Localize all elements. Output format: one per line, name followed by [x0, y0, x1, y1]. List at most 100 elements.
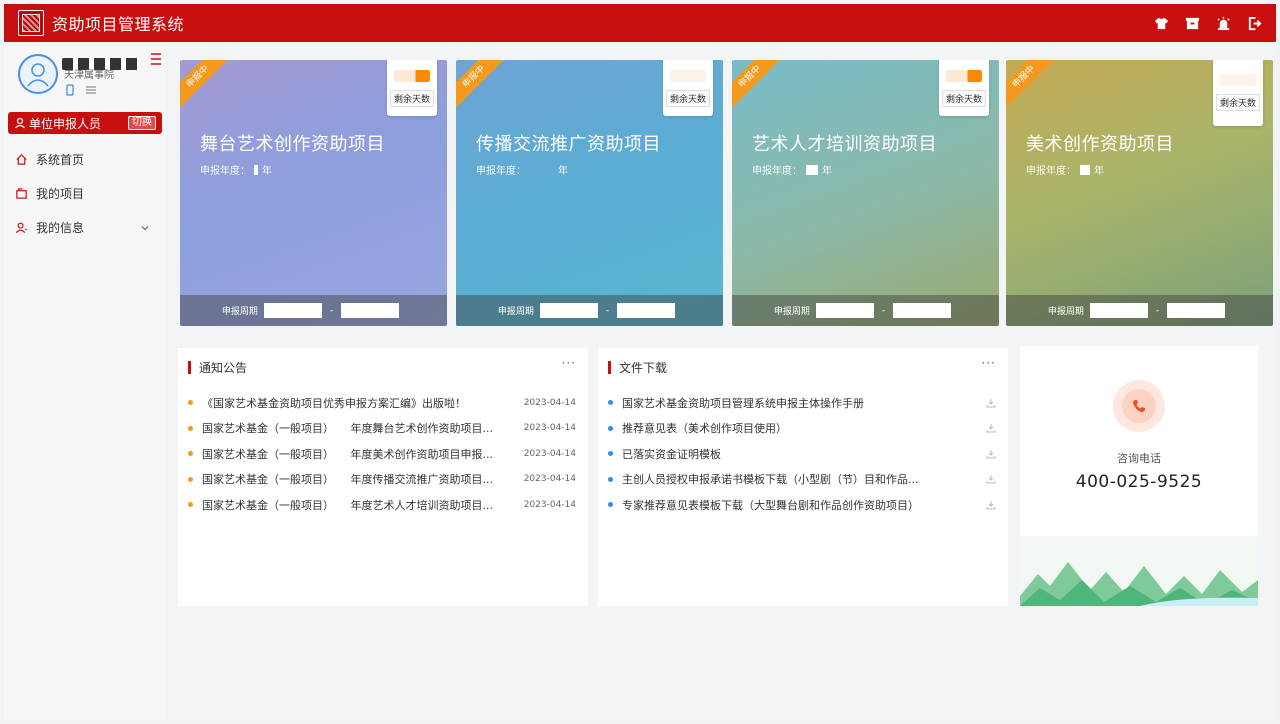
year-suffix: 年: [558, 166, 568, 177]
app-title: 资助项目管理系统: [52, 15, 185, 34]
sidebar-item-home[interactable]: 系统首页: [4, 142, 166, 176]
period-label: 申报周期: [773, 307, 810, 317]
user-org: 天津属事院: [64, 70, 114, 81]
download-more-button[interactable]: ···: [982, 356, 996, 370]
notice-item[interactable]: 《国家艺术基金资助项目优秀申报方案汇编》出版啦！ 2023-04-14: [178, 390, 588, 416]
role-bar: 单位申报人员 切换: [8, 112, 162, 134]
download-item[interactable]: 专家推荐意见表模板下载（大型舞台剧和作品创作资助项目）: [598, 492, 1008, 518]
remaining-days-label: 剩余天数: [941, 90, 986, 107]
download-item[interactable]: 国家艺术基金资助项目管理系统申报主体操作手册: [598, 390, 1008, 416]
period-end-redacted: [893, 303, 952, 318]
period-start-redacted: [815, 303, 874, 318]
year-redacted: [254, 164, 258, 175]
year-redacted: [1080, 164, 1090, 175]
remaining-days-box: 剩余天数: [939, 60, 989, 116]
download-title: 文件下载: [619, 360, 668, 375]
card-footer: 申报周期 -: [180, 295, 447, 326]
phone-icon[interactable]: [64, 84, 76, 96]
download-icon[interactable]: [986, 474, 996, 484]
main-content: 申报中 剩余天数 舞台艺术创作资助项目 申报年度： 年 申报周期 - 申报中 剩…: [170, 46, 1276, 720]
download-icon[interactable]: [986, 423, 996, 433]
remaining-days-bar: [670, 70, 706, 82]
card-footer: 申报周期 -: [1006, 295, 1273, 326]
role-label: 单位申报人员: [29, 116, 102, 131]
download-icon[interactable]: [986, 449, 996, 459]
download-list: 国家艺术基金资助项目管理系统申报主体操作手册 推荐意见表（美术创作项目使用） 已…: [598, 390, 1008, 518]
status-ribbon: 申报中: [732, 60, 785, 112]
project-card-fine-art[interactable]: 申报中 剩余天数 美术创作资助项目 申报年度： 年 申报周期 -: [1006, 60, 1273, 326]
sidebar-item-my-projects[interactable]: 我的项目: [4, 176, 166, 210]
notice-item[interactable]: 国家艺术基金（一般项目） 年度艺术人才培训资助项目... 2023-04-14: [178, 492, 588, 518]
remaining-days-label: 剩余天数: [1215, 94, 1260, 111]
year-label: 申报年度：: [752, 166, 802, 177]
card-title: 舞台艺术创作资助项目: [200, 134, 385, 155]
year-label: 申报年度：: [200, 166, 250, 177]
download-icon[interactable]: [986, 398, 996, 408]
app-logo: [18, 10, 44, 36]
card-footer: 申报周期 -: [732, 295, 999, 326]
avatar[interactable]: [18, 54, 58, 94]
user-icon: [14, 220, 28, 234]
download-item[interactable]: 主创人员授权申报承诺书模板下载（小型剧（节）目和作品...: [598, 467, 1008, 493]
year-redacted: [806, 164, 818, 175]
notice-title: 通知公告: [199, 360, 248, 375]
sidebar-item-label: 我的信息: [36, 220, 85, 235]
notice-item[interactable]: 国家艺术基金（一般项目） 年度传播交流推广资助项目... 2023-04-14: [178, 467, 588, 493]
folder-icon: [14, 186, 28, 200]
remaining-days-label: 剩余天数: [389, 90, 434, 107]
card-title: 艺术人才培训资助项目: [752, 134, 937, 155]
mountains-illustration: [1020, 536, 1258, 606]
period-label: 申报周期: [221, 307, 258, 317]
remaining-days-box: 剩余天数: [387, 60, 437, 116]
remaining-days-bar: [1220, 74, 1256, 86]
sidebar-item-my-info[interactable]: 我的信息: [4, 210, 166, 244]
notice-item[interactable]: 国家艺术基金（一般项目） 年度美术创作资助项目申报... 2023-04-14: [178, 441, 588, 467]
sidebar-item-label: 系统首页: [36, 152, 85, 167]
list-settings-icon[interactable]: [85, 84, 97, 96]
switch-role-button[interactable]: 切换: [128, 116, 156, 130]
phone-icon: [1113, 380, 1165, 432]
home-icon: [14, 152, 28, 166]
person-icon: [14, 117, 26, 129]
chevron-down-icon[interactable]: [140, 222, 150, 232]
year-suffix: 年: [1094, 166, 1104, 177]
period-end-redacted: [617, 303, 676, 318]
notice-list: 《国家艺术基金资助项目优秀申报方案汇编》出版啦！ 2023-04-14 国家艺术基…: [178, 390, 588, 518]
remaining-days-bar: [394, 70, 430, 82]
download-item[interactable]: 已落实资金证明模板: [598, 441, 1008, 467]
year-label: 申报年度：: [476, 166, 526, 177]
status-ribbon: 申报中: [456, 60, 509, 112]
year-suffix: 年: [822, 166, 832, 177]
remaining-days-label: 剩余天数: [665, 90, 710, 107]
period-label: 申报周期: [497, 307, 534, 317]
remaining-days-bar: [946, 70, 982, 82]
year-suffix: 年: [262, 166, 272, 177]
theme-shirt-icon[interactable]: [1153, 15, 1169, 31]
project-card-stage-art[interactable]: 申报中 剩余天数 舞台艺术创作资助项目 申报年度： 年 申报周期 -: [180, 60, 447, 326]
logout-icon[interactable]: [1246, 15, 1262, 31]
notice-panel: 通知公告 ··· 《国家艺术基金资助项目优秀申报方案汇编》出版啦！ 2023-04…: [178, 348, 588, 606]
top-header: 资助项目管理系统: [4, 4, 1276, 42]
card-year: 申报年度： 年: [752, 162, 832, 177]
download-icon[interactable]: [986, 500, 996, 510]
user-info: 天津属事院: [4, 46, 166, 108]
archive-icon[interactable]: [1184, 15, 1200, 31]
notice-item[interactable]: 国家艺术基金（一般项目） 年度舞台艺术创作资助项目... 2023-04-14: [178, 416, 588, 442]
download-item[interactable]: 推荐意见表（美术创作项目使用）: [598, 416, 1008, 442]
contact-number: 400-025-9525: [1075, 472, 1203, 492]
menu-collapse-icon[interactable]: [150, 52, 162, 66]
card-year: 申报年度： 年: [476, 162, 568, 177]
alarm-icon[interactable]: [1215, 15, 1231, 31]
sidebar-nav: 系统首页 我的项目 我的信息: [4, 142, 166, 244]
card-footer: 申报周期 -: [456, 295, 723, 326]
card-year: 申报年度： 年: [200, 162, 272, 177]
project-card-communication[interactable]: 申报中 剩余天数 传播交流推广资助项目 申报年度： 年 申报周期 -: [456, 60, 723, 326]
project-card-talent-training[interactable]: 申报中 剩余天数 艺术人才培训资助项目 申报年度： 年 申报周期 -: [732, 60, 999, 326]
sidebar: 天津属事院 单位申报人员 切换 系统首页 我的项目 我的信息: [4, 46, 166, 720]
card-year: 申报年度： 年: [1026, 162, 1104, 177]
download-panel: 文件下载 ··· 国家艺术基金资助项目管理系统申报主体操作手册 推荐意见表（美术…: [598, 348, 1008, 606]
year-label: 申报年度：: [1026, 166, 1076, 177]
period-end-redacted: [1167, 303, 1226, 318]
notice-more-button[interactable]: ···: [562, 356, 576, 370]
status-ribbon: 申报中: [1006, 60, 1059, 112]
